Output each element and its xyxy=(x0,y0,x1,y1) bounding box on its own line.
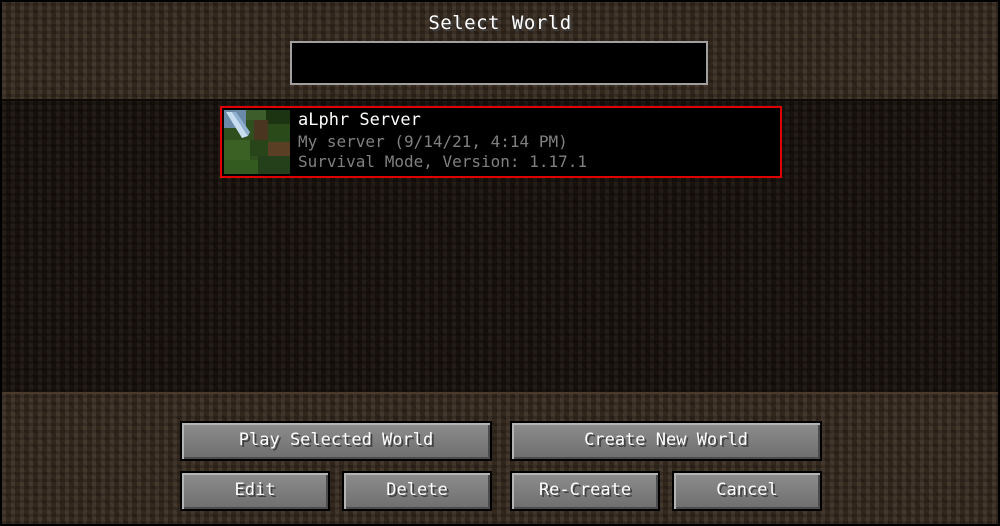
select-world-screen: Select World aLphr Server My server (9/1… xyxy=(2,2,998,524)
world-mode-version: Survival Mode, Version: 1.17.1 xyxy=(298,152,587,171)
world-list-item[interactable]: aLphr Server My server (9/14/21, 4:14 PM… xyxy=(220,106,782,178)
world-thumbnail-icon xyxy=(224,110,290,174)
world-list[interactable]: aLphr Server My server (9/14/21, 4:14 PM… xyxy=(2,99,998,394)
cancel-button[interactable]: Cancel xyxy=(672,471,822,511)
edit-button[interactable]: Edit xyxy=(180,471,330,511)
header: Select World xyxy=(2,2,998,98)
search-input[interactable] xyxy=(290,41,708,85)
play-selected-world-button[interactable]: Play Selected World xyxy=(180,421,492,461)
world-details: My server (9/14/21, 4:14 PM) xyxy=(298,132,568,151)
world-name: aLphr Server xyxy=(298,110,421,130)
delete-button[interactable]: Delete xyxy=(342,471,492,511)
recreate-button[interactable]: Re-Create xyxy=(510,471,660,511)
create-new-world-button[interactable]: Create New World xyxy=(510,421,822,461)
page-title: Select World xyxy=(428,12,572,34)
